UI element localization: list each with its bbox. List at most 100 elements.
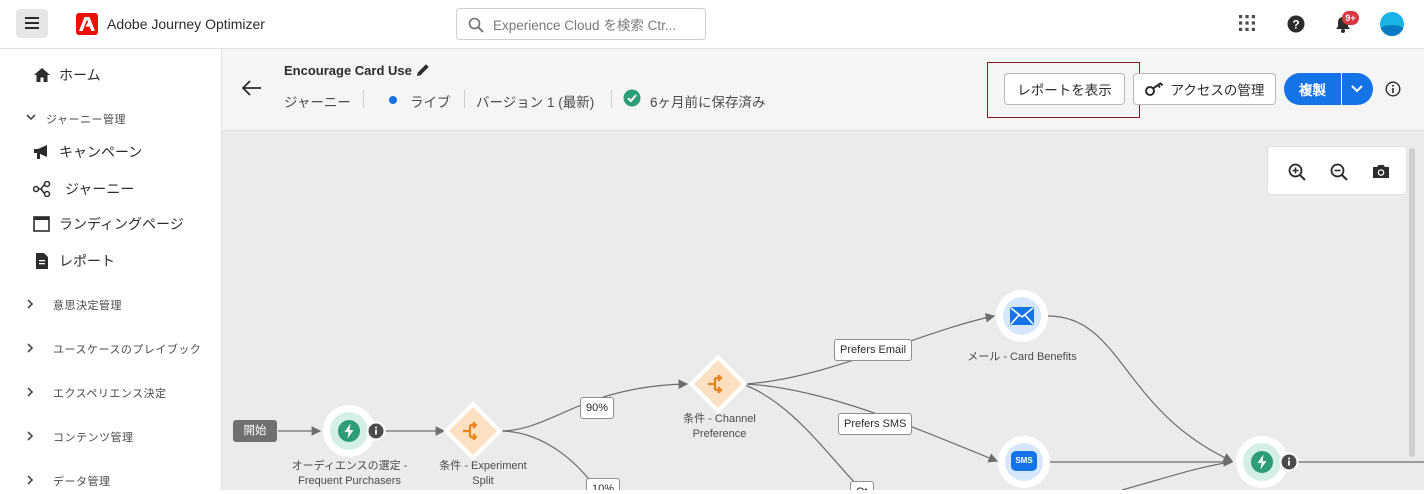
search-icon xyxy=(468,17,484,33)
journey-version: バージョン 1 (最新) xyxy=(476,95,595,110)
edge-label-10[interactable]: 10% xyxy=(586,478,621,490)
envelope-icon xyxy=(1010,307,1034,325)
sidebar-group-label: コンテンツ管理 xyxy=(53,432,134,444)
canvas-scrollbar[interactable] xyxy=(1409,148,1415,457)
adobe-logo-icon[interactable] xyxy=(76,13,98,35)
report-icon xyxy=(36,253,48,269)
sidebar-item-campaigns[interactable]: キャンペーン xyxy=(0,137,221,167)
sidebar-item-label: ジャーニー xyxy=(65,181,135,197)
start-node[interactable]: 開始 xyxy=(233,420,277,442)
sidebar-item-reports[interactable]: レポート xyxy=(0,246,221,276)
edge-label-90[interactable]: 90% xyxy=(580,397,615,419)
status-dot xyxy=(389,96,397,104)
checkmark-circle-icon xyxy=(623,89,641,107)
notification-badge: 9+ xyxy=(1342,11,1359,25)
chevron-right-icon xyxy=(27,343,34,353)
app-name[interactable]: Adobe Journey Optimizer xyxy=(107,16,265,32)
status-badge: ライブ xyxy=(410,95,451,110)
sidebar-item-home[interactable]: ホーム xyxy=(0,60,221,90)
sidebar-group-decision-management[interactable]: 意思決定管理 xyxy=(0,290,221,318)
sidebar-item-label: レポート xyxy=(59,253,115,269)
sidebar: ホーム ジャーニー管理 キャンペーン ジャーニー ランディングページ レポート … xyxy=(0,49,222,490)
highlight-box xyxy=(987,62,1140,118)
split-icon xyxy=(708,375,723,393)
sidebar-group-label: ユースケースのプレイブック xyxy=(53,344,202,356)
channel-preference-label: 条件 - Channel Preference xyxy=(662,412,777,442)
sidebar-group-content-management[interactable]: コンテンツ管理 xyxy=(0,422,221,450)
duplicate-button[interactable]: 複製 xyxy=(1284,73,1341,105)
condition-split-label-line2: Split xyxy=(472,475,494,487)
chevron-right-icon xyxy=(27,299,34,309)
sidebar-group-experience-decisioning[interactable]: エクスペリエンス決定 xyxy=(0,378,221,406)
sms-icon: SMS xyxy=(1011,451,1037,471)
hamburger-icon xyxy=(25,17,39,29)
divider xyxy=(611,90,612,108)
channel-preference-label-line1: 条件 - Channel xyxy=(683,413,756,425)
manage-access-button[interactable]: アクセスの管理 xyxy=(1133,73,1276,105)
chevron-right-icon xyxy=(27,431,34,441)
audience-node-label: オーディエンスの選定 - Frequent Purchasers xyxy=(282,459,417,489)
info-icon[interactable] xyxy=(1385,81,1401,97)
divider xyxy=(464,90,465,108)
landing-page-icon xyxy=(33,216,50,232)
info-badge-icon[interactable] xyxy=(1279,452,1299,472)
megaphone-icon xyxy=(34,145,47,159)
sidebar-item-label: ホーム xyxy=(59,67,101,83)
zoom-out-icon[interactable] xyxy=(1330,163,1348,181)
split-icon xyxy=(463,422,478,440)
journey-type: ジャーニー xyxy=(284,95,351,110)
audience-node-label-line2: Frequent Purchasers xyxy=(298,475,401,487)
journey-title: Encourage Card Use xyxy=(284,63,412,78)
sms-node[interactable]: SMS xyxy=(998,436,1050,488)
sidebar-item-label: ランディングページ xyxy=(59,216,184,232)
sidebar-group-label: 意思決定管理 xyxy=(53,300,122,312)
top-bar: Adobe Journey Optimizer ? 9+ xyxy=(0,0,1424,49)
key-icon xyxy=(1144,82,1163,96)
avatar[interactable] xyxy=(1380,12,1404,36)
channel-preference-label-line2: Preference xyxy=(692,428,747,440)
edge-label-prefers-sms[interactable]: Prefers SMS xyxy=(838,413,913,435)
divider xyxy=(363,90,364,108)
journey-canvas[interactable]: 開始 オーディエンスの選定 - Frequent Purchasers 条件 -… xyxy=(222,131,1424,490)
home-icon xyxy=(34,68,50,82)
menu-toggle-button[interactable] xyxy=(16,9,48,38)
canvas-edges xyxy=(278,313,1424,490)
journey-icon xyxy=(33,181,51,197)
zoom-controls xyxy=(1267,146,1407,195)
info-badge-icon[interactable] xyxy=(366,421,386,441)
search-input[interactable] xyxy=(493,15,698,35)
lightning-icon xyxy=(1251,451,1273,473)
saved-status: 6ヶ月前に保存済み xyxy=(650,95,766,110)
lightning-icon xyxy=(338,420,360,442)
camera-icon[interactable] xyxy=(1372,164,1390,179)
help-icon[interactable]: ? xyxy=(1287,15,1305,33)
duplicate-dropdown-button[interactable] xyxy=(1342,73,1373,105)
chevron-right-icon xyxy=(27,475,34,485)
condition-split-label-line1: 条件 - Experiment xyxy=(439,460,527,472)
sidebar-section-label: ジャーニー管理 xyxy=(46,114,126,126)
email-node[interactable] xyxy=(996,290,1048,342)
audience-node-label-line1: オーディエンスの選定 - xyxy=(291,460,408,472)
journey-header: Encourage Card Use ジャーニー ライブ バージョン 1 (最新… xyxy=(222,49,1424,131)
sidebar-group-label: エクスペリエンス決定 xyxy=(53,388,167,400)
sidebar-group-label: データ管理 xyxy=(53,476,111,488)
edge-label-prefers-email[interactable]: Prefers Email xyxy=(834,339,913,361)
pencil-icon[interactable] xyxy=(415,62,431,78)
chevron-down-icon xyxy=(26,114,36,121)
sidebar-group-use-case-playbooks[interactable]: ユースケースのプレイブック xyxy=(0,334,221,362)
condition-split-label: 条件 - Experiment Split xyxy=(422,459,544,489)
chevron-down-icon xyxy=(1351,85,1363,93)
chevron-right-icon xyxy=(27,387,34,397)
email-node-label: メール - Card Benefits xyxy=(967,351,1077,363)
back-arrow-icon[interactable] xyxy=(242,80,262,96)
search-box[interactable] xyxy=(456,8,706,40)
edge-label-other[interactable]: Ot xyxy=(850,481,874,490)
apps-grid-icon[interactable] xyxy=(1239,15,1255,31)
sidebar-section-journey-management[interactable]: ジャーニー管理 xyxy=(0,104,221,132)
sidebar-item-landing-pages[interactable]: ランディングページ xyxy=(0,209,221,239)
svg-text:?: ? xyxy=(1292,18,1299,32)
sidebar-item-journeys[interactable]: ジャーニー xyxy=(0,174,221,204)
manage-access-label: アクセスの管理 xyxy=(1170,83,1265,98)
zoom-in-icon[interactable] xyxy=(1288,163,1306,181)
sidebar-item-label: キャンペーン xyxy=(59,144,143,160)
